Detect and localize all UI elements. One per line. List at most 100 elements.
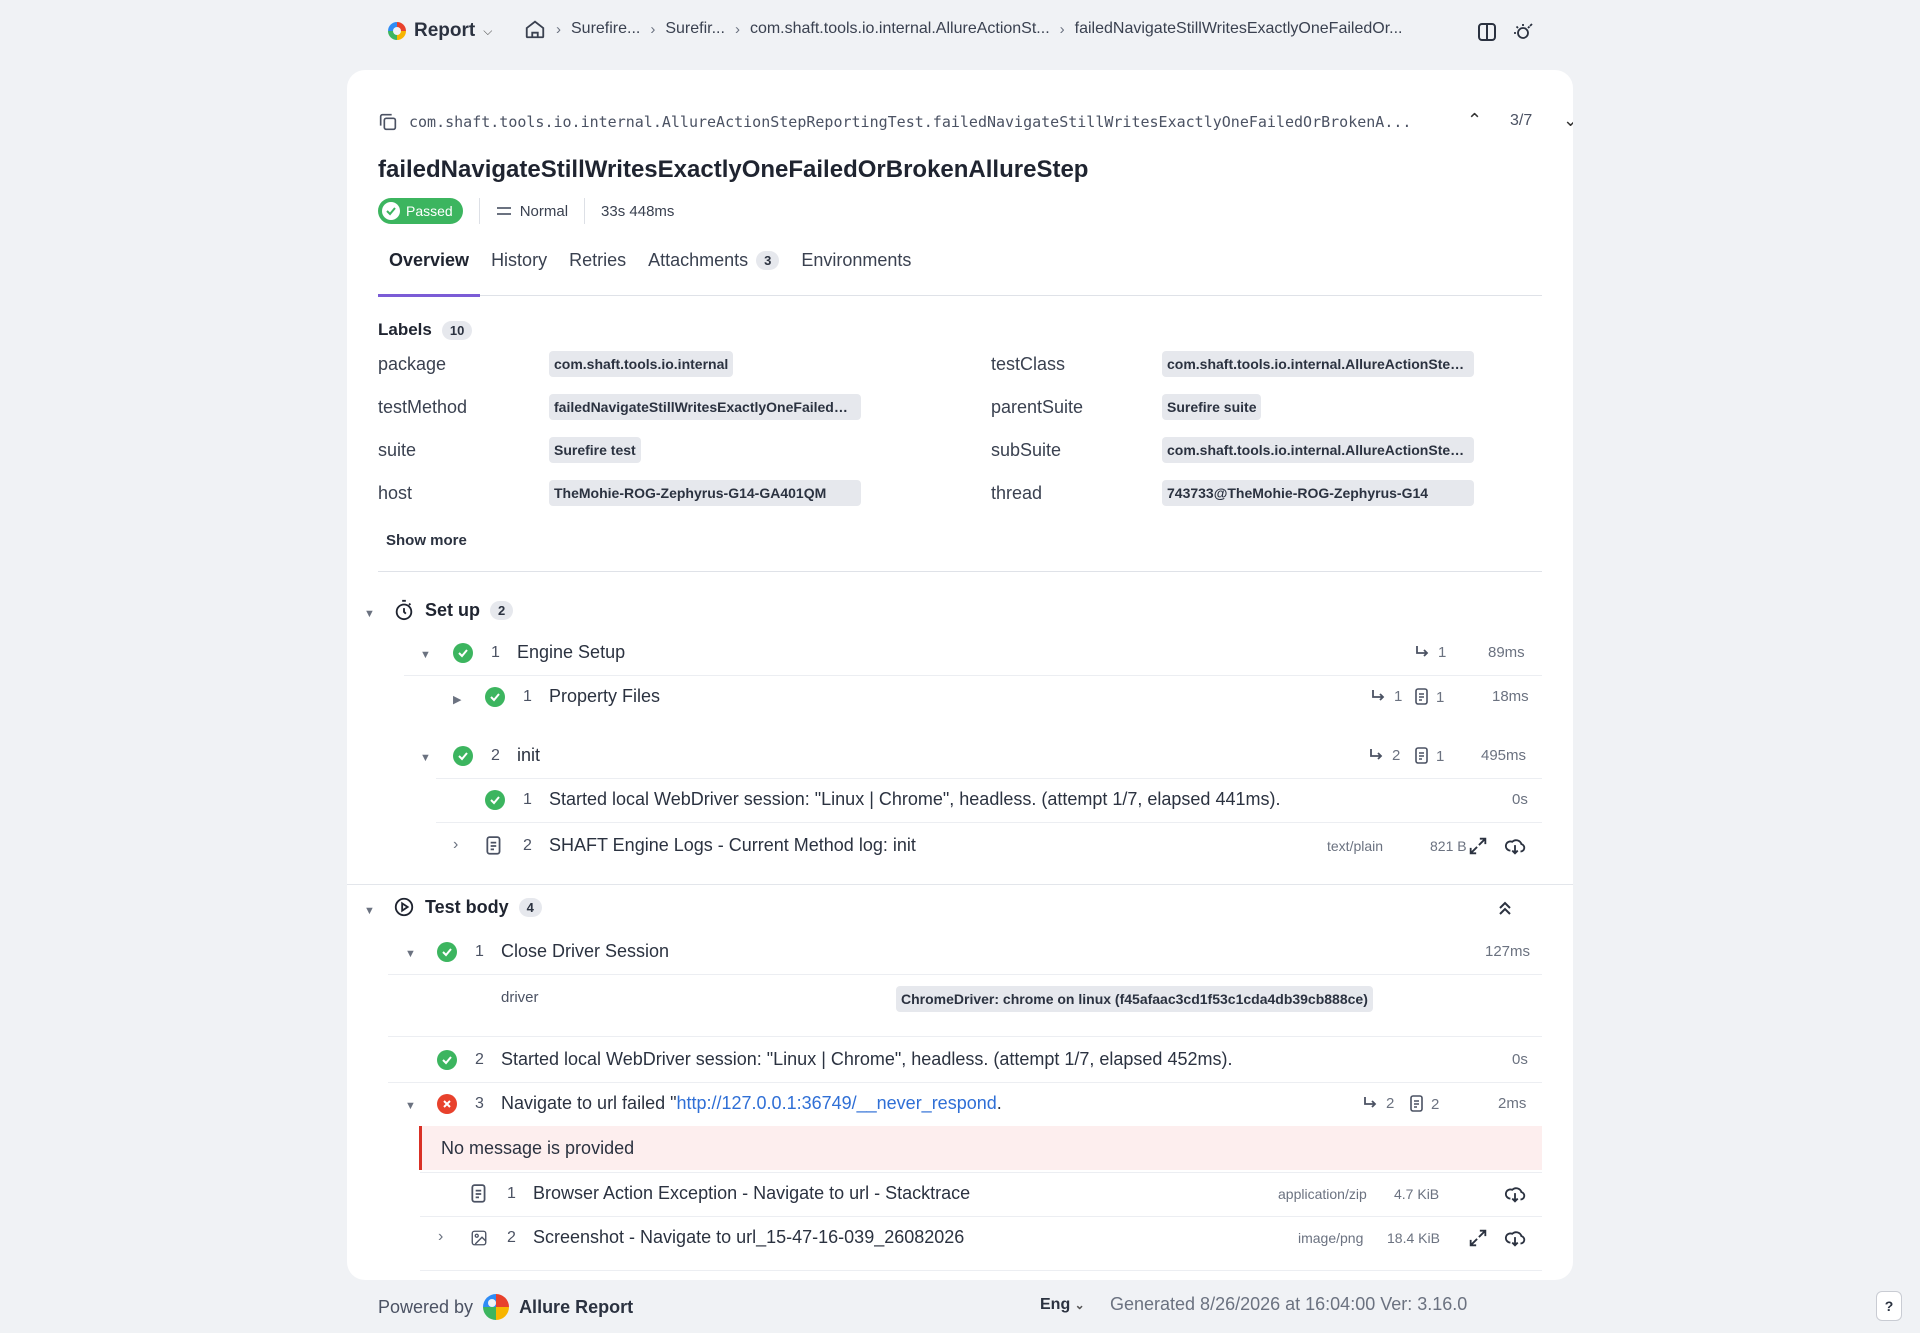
tab-history[interactable]: History (480, 238, 558, 296)
footer: Powered by Allure Report Eng ⌄ Generated… (347, 1282, 1573, 1332)
attachment-icon (486, 836, 501, 855)
test-result-card: com.shaft.tools.io.internal.AllureAction… (347, 70, 1573, 1280)
collapse-caret-icon[interactable]: ▼ (420, 752, 431, 764)
setup-heading[interactable]: Set up 2 (393, 599, 514, 621)
attachment-label: Screenshot - Navigate to url_15-47-16-03… (533, 1227, 965, 1247)
count-badge: 4 (518, 898, 542, 917)
error-message-box: No message is provided (419, 1126, 1542, 1170)
step-row[interactable]: ▶ 1 Property Files 1 1 18ms (347, 675, 1573, 719)
powered-by: Powered by Allure Report (378, 1294, 633, 1320)
step-row[interactable]: 1 Started local WebDriver session: "Linu… (347, 778, 1573, 822)
attachment-size: 18.4 KiB (1387, 1230, 1440, 1246)
attachment-row[interactable]: › 2 Screenshot - Navigate to url_15-47-1… (347, 1216, 1573, 1260)
label-key: testClass (991, 354, 1066, 374)
allure-logo-icon (388, 22, 406, 40)
step-url-link[interactable]: http://127.0.0.1:36749/__never_respond (676, 1093, 996, 1113)
expand-caret-icon[interactable]: ▶ (453, 693, 461, 706)
step-row[interactable]: ▼ 1 Close Driver Session 127ms (347, 930, 1573, 974)
attachment-label: SHAFT Engine Logs - Current Method log: … (549, 835, 916, 855)
breadcrumb-item[interactable]: Surefire... (571, 20, 640, 38)
report-menu[interactable]: Report ⌵ (388, 20, 492, 42)
stopwatch-icon (395, 599, 413, 621)
step-number: 3 (475, 1095, 484, 1112)
language-select[interactable]: Eng ⌄ (1040, 1296, 1085, 1314)
attachment-row[interactable]: › 2 SHAFT Engine Logs - Current Method l… (347, 824, 1573, 868)
step-row[interactable]: ▼ 1 Engine Setup 1 89ms (347, 631, 1573, 675)
breadcrumb-item[interactable]: com.shaft.tools.io.internal.AllureAction… (750, 20, 1050, 38)
label-value[interactable]: com.shaft.tools.io.internal (549, 351, 734, 377)
error-message: No message is provided (441, 1137, 635, 1158)
collapse-caret-icon[interactable]: ▼ (405, 948, 416, 960)
substep-arrow-icon (1372, 689, 1385, 701)
passed-icon (453, 746, 473, 766)
help-button[interactable]: ? (1876, 1291, 1902, 1321)
step-number: 2 (475, 1051, 484, 1068)
copy-icon[interactable] (377, 111, 399, 133)
step-row[interactable]: ▼ 2 init 2 1 495ms (347, 734, 1573, 778)
home-icon[interactable] (524, 18, 546, 40)
severity-label: Normal (519, 202, 569, 220)
status-badge: Passed (378, 198, 463, 224)
test-fullname-row: com.shaft.tools.io.internal.AllureAction… (377, 108, 1573, 136)
test-full-name: com.shaft.tools.io.internal.AllureAction… (409, 113, 1412, 131)
label-value[interactable]: TheMohie-ROG-Zephyrus-G14-GA401QM (549, 480, 861, 506)
attachments-value: 2 (1431, 1095, 1440, 1113)
show-more-button[interactable]: Show more (386, 532, 467, 549)
split-view-icon[interactable] (1475, 20, 1499, 44)
page-title: failedNavigateStillWritesExactlyOneFaile… (378, 156, 1089, 183)
labels-heading: Labels 10 (378, 320, 473, 340)
expand-chevron-icon[interactable]: › (453, 836, 458, 854)
test-body-heading[interactable]: Test body 4 (393, 896, 542, 918)
next-test-icon[interactable]: ⌄ (1563, 110, 1573, 131)
attachment-size: 821 B (1430, 838, 1467, 854)
label-value[interactable]: Surefire test (549, 437, 641, 463)
tab-overview[interactable]: Overview (378, 238, 481, 297)
check-icon (382, 202, 400, 220)
breadcrumb-item[interactable]: failedNavigateStillWritesExactlyOneFaile… (1075, 20, 1403, 38)
previous-test-icon[interactable]: ⌃ (1467, 110, 1482, 131)
expand-chevron-icon[interactable]: › (438, 1228, 443, 1246)
label-value[interactable]: com.shaft.tools.io.internal.AllureAction… (1162, 351, 1474, 377)
breadcrumb-separator-icon: › (1059, 20, 1065, 38)
attachment-row[interactable]: 1 Browser Action Exception - Navigate to… (347, 1172, 1573, 1216)
substeps-value: 2 (1386, 1095, 1395, 1112)
tab-environments[interactable]: Environments (790, 238, 922, 296)
step-label: Close Driver Session (501, 941, 670, 961)
tab-bar: Overview History Retries Attachments 3 En… (378, 238, 1542, 297)
brand-link[interactable]: Allure Report (519, 1297, 633, 1318)
collapse-caret-icon[interactable]: ▼ (420, 649, 431, 661)
attachments-value: 1 (1436, 688, 1445, 706)
label-value[interactable]: 743733@TheMohie-ROG-Zephyrus-G14 (1162, 480, 1474, 506)
step-number: 1 (491, 644, 500, 661)
label-key: host (378, 483, 413, 503)
parameter-value[interactable]: ChromeDriver: chrome on linux (f45afaac3… (896, 986, 1373, 1012)
download-icon[interactable] (1504, 1227, 1526, 1249)
attachments-count: 2 (1409, 1095, 1439, 1113)
severity-normal-icon (496, 207, 511, 215)
expand-icon[interactable] (1467, 835, 1489, 857)
breadcrumb-item[interactable]: Surefir... (665, 20, 725, 38)
label-value[interactable]: failedNavigateStillWritesExactlyOneFaile… (549, 394, 861, 420)
expand-icon[interactable] (1467, 1227, 1489, 1249)
label-value[interactable]: Surefire suite (1162, 394, 1262, 420)
label-value[interactable]: com.shaft.tools.io.internal.AllureAction… (1162, 437, 1474, 463)
attachments-value: 1 (1436, 747, 1445, 765)
step-row[interactable]: 2 Started local WebDriver session: "Linu… (347, 1038, 1573, 1082)
label-key: subSuite (991, 440, 1062, 460)
tab-retries[interactable]: Retries (558, 238, 637, 296)
failed-icon (437, 1094, 457, 1114)
download-icon[interactable] (1504, 1183, 1526, 1205)
download-icon[interactable] (1504, 835, 1526, 857)
breadcrumb: › Surefire... › Surefir... › com.shaft.t… (524, 18, 1402, 40)
label-key: suite (378, 440, 417, 460)
theme-toggle-icon[interactable] (1512, 20, 1536, 44)
step-label: Started local WebDriver session: "Linux … (501, 1049, 1233, 1069)
tab-label: History (491, 250, 548, 270)
collapse-caret-icon[interactable]: ▼ (364, 608, 375, 620)
collapse-caret-icon[interactable]: ▼ (405, 1100, 416, 1112)
attachment-icon (1415, 747, 1428, 764)
collapse-all-icon[interactable] (1498, 900, 1512, 916)
tab-attachments[interactable]: Attachments 3 (637, 238, 790, 296)
collapse-caret-icon[interactable]: ▼ (364, 905, 375, 917)
step-row[interactable]: ▼ 3 Navigate to url failed "http://127.0… (347, 1082, 1573, 1126)
